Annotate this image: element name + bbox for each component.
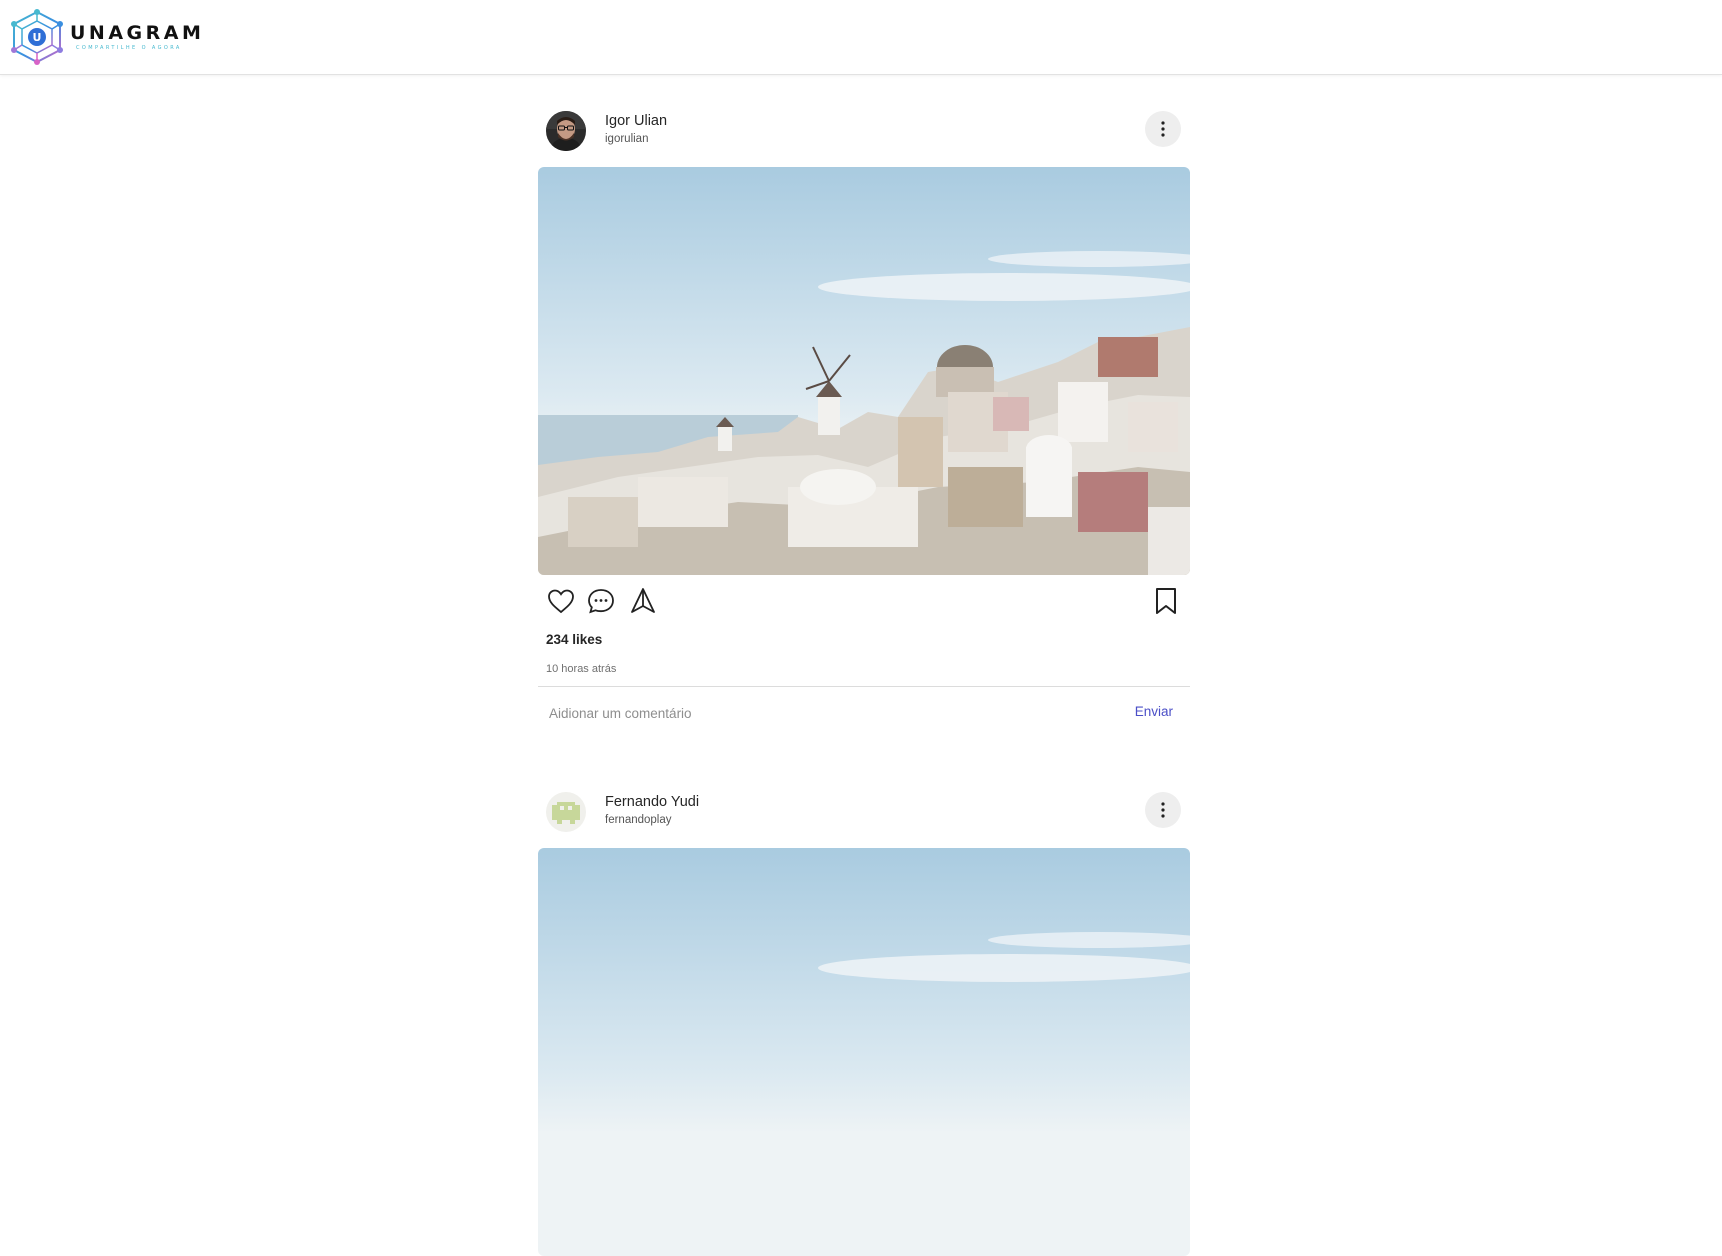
like-button[interactable] bbox=[545, 585, 577, 617]
post-header: Fernando Yudi fernandoplay bbox=[538, 792, 1190, 848]
post-timestamp: 10 horas atrás bbox=[546, 663, 617, 675]
comment-input[interactable] bbox=[549, 693, 1089, 733]
comment-button[interactable] bbox=[585, 585, 617, 617]
pixel-invader-avatar bbox=[546, 792, 586, 832]
more-vertical-icon bbox=[1161, 802, 1165, 818]
author-handle[interactable]: fernandoplay bbox=[605, 814, 672, 826]
post-actions bbox=[538, 585, 1190, 621]
svg-text:U: U bbox=[33, 31, 42, 44]
post-image[interactable] bbox=[538, 848, 1190, 1256]
comment-bubble-icon bbox=[588, 589, 614, 614]
comment-form: Enviar bbox=[538, 693, 1190, 733]
bookmark-icon bbox=[1156, 588, 1176, 614]
send-comment-button[interactable]: Enviar bbox=[1135, 704, 1173, 719]
author-name[interactable]: Igor Ulian bbox=[605, 113, 667, 129]
send-triangle-icon bbox=[631, 588, 655, 613]
author-name[interactable]: Fernando Yudi bbox=[605, 794, 699, 810]
comment-divider bbox=[538, 686, 1190, 687]
santorini-village-photo bbox=[538, 848, 1190, 1256]
brand-logo[interactable]: U UNAGRAM COMPARTILHE O AGORA bbox=[10, 9, 204, 65]
post-image[interactable] bbox=[538, 167, 1190, 575]
brand-tagline: COMPARTILHE O AGORA bbox=[76, 45, 182, 51]
share-button[interactable] bbox=[627, 585, 659, 617]
post-card: Igor Ulian igorulian 234 likes 10 horas … bbox=[538, 111, 1190, 733]
post-card: Fernando Yudi fernandoplay bbox=[538, 792, 1190, 1256]
more-vertical-icon bbox=[1161, 121, 1165, 137]
top-navigation-bar: U UNAGRAM COMPARTILHE O AGORA bbox=[0, 0, 1722, 75]
person-photo-avatar bbox=[546, 111, 586, 151]
avatar[interactable] bbox=[546, 111, 586, 151]
save-button[interactable] bbox=[1150, 585, 1182, 617]
post-header: Igor Ulian igorulian bbox=[538, 111, 1190, 167]
heart-icon bbox=[548, 589, 574, 614]
author-handle[interactable]: igorulian bbox=[605, 133, 648, 145]
logo-network-icon: U bbox=[11, 9, 63, 65]
likes-count[interactable]: 234 likes bbox=[546, 632, 602, 647]
avatar[interactable] bbox=[546, 792, 586, 832]
santorini-village-photo bbox=[538, 167, 1190, 575]
more-options-button[interactable] bbox=[1145, 792, 1181, 828]
more-options-button[interactable] bbox=[1145, 111, 1181, 147]
brand-name: UNAGRAM bbox=[70, 22, 205, 44]
